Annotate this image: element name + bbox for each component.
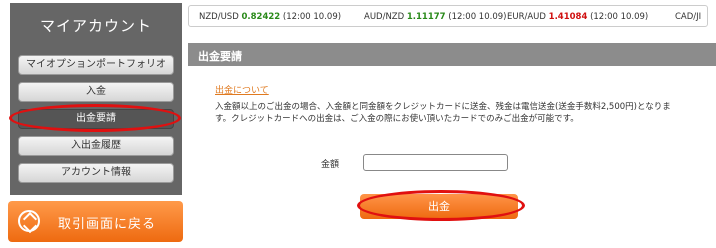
ticker-item: NZD/USD 0.82422 (12:00 10.09) [199, 12, 341, 22]
rate-ticker: NZD/USD 0.82422 (12:00 10.09) AUD/NZD 1.… [188, 5, 708, 27]
ticker-item: AUD/NZD 1.11177 (12:00 10.09) [364, 12, 506, 22]
sidebar-item-history[interactable]: 入出金履歴 [18, 136, 174, 156]
ticker-pair: CAD/JI [675, 12, 702, 22]
sidebar: マイアカウント マイオプションポートフォリオ 入金 出金要請 入出金履歴 アカウ… [10, 3, 182, 195]
sidebar-item-deposit[interactable]: 入金 [18, 82, 174, 102]
ticker-pair: NZD/USD [199, 12, 239, 22]
sidebar-title: マイアカウント [39, 17, 152, 35]
amount-input[interactable] [363, 154, 508, 171]
ticker-item: CAD/JI [675, 12, 701, 22]
ticker-item: EUR/AUD 1.41084 (12:00 10.09) [507, 12, 648, 22]
ticker-time: (12:00 10.09) [590, 12, 649, 22]
ticker-pair: EUR/AUD [507, 12, 546, 22]
withdraw-form: 出金について 入金額以上のご出金の場合、入金額と同金額をクレジットカードに送金、… [188, 66, 716, 248]
back-to-trading-label: 取引画面に戻る [58, 217, 157, 232]
ticker-pair: AUD/NZD [364, 12, 405, 22]
ticker-rate: 1.11177 [406, 12, 446, 22]
withdrawal-description: 入金額以上のご出金の場合、入金額と同金額をクレジットカードに送金、残金は電信送金… [215, 102, 671, 124]
sidebar-item-portfolio[interactable]: マイオプションポートフォリオ [18, 55, 174, 75]
panel-header: 出金要請 [188, 43, 716, 66]
about-withdrawal-link[interactable]: 出金について [215, 83, 269, 96]
ticker-rate: 0.82422 [241, 12, 281, 22]
withdraw-submit-button[interactable]: 出金 [360, 194, 518, 219]
page-title: 出金要請 [198, 50, 242, 63]
sidebar-item-withdraw-request[interactable]: 出金要請 [18, 109, 174, 129]
ticker-rate: 1.41084 [548, 12, 588, 22]
back-icon [18, 210, 40, 232]
ticker-time: (12:00 10.09) [448, 12, 507, 22]
sidebar-item-account-info[interactable]: アカウント情報 [18, 163, 174, 183]
back-to-trading-button[interactable]: 取引画面に戻る [8, 201, 183, 242]
ticker-time: (12:00 10.09) [282, 12, 342, 22]
amount-label: 金額 [321, 160, 340, 170]
